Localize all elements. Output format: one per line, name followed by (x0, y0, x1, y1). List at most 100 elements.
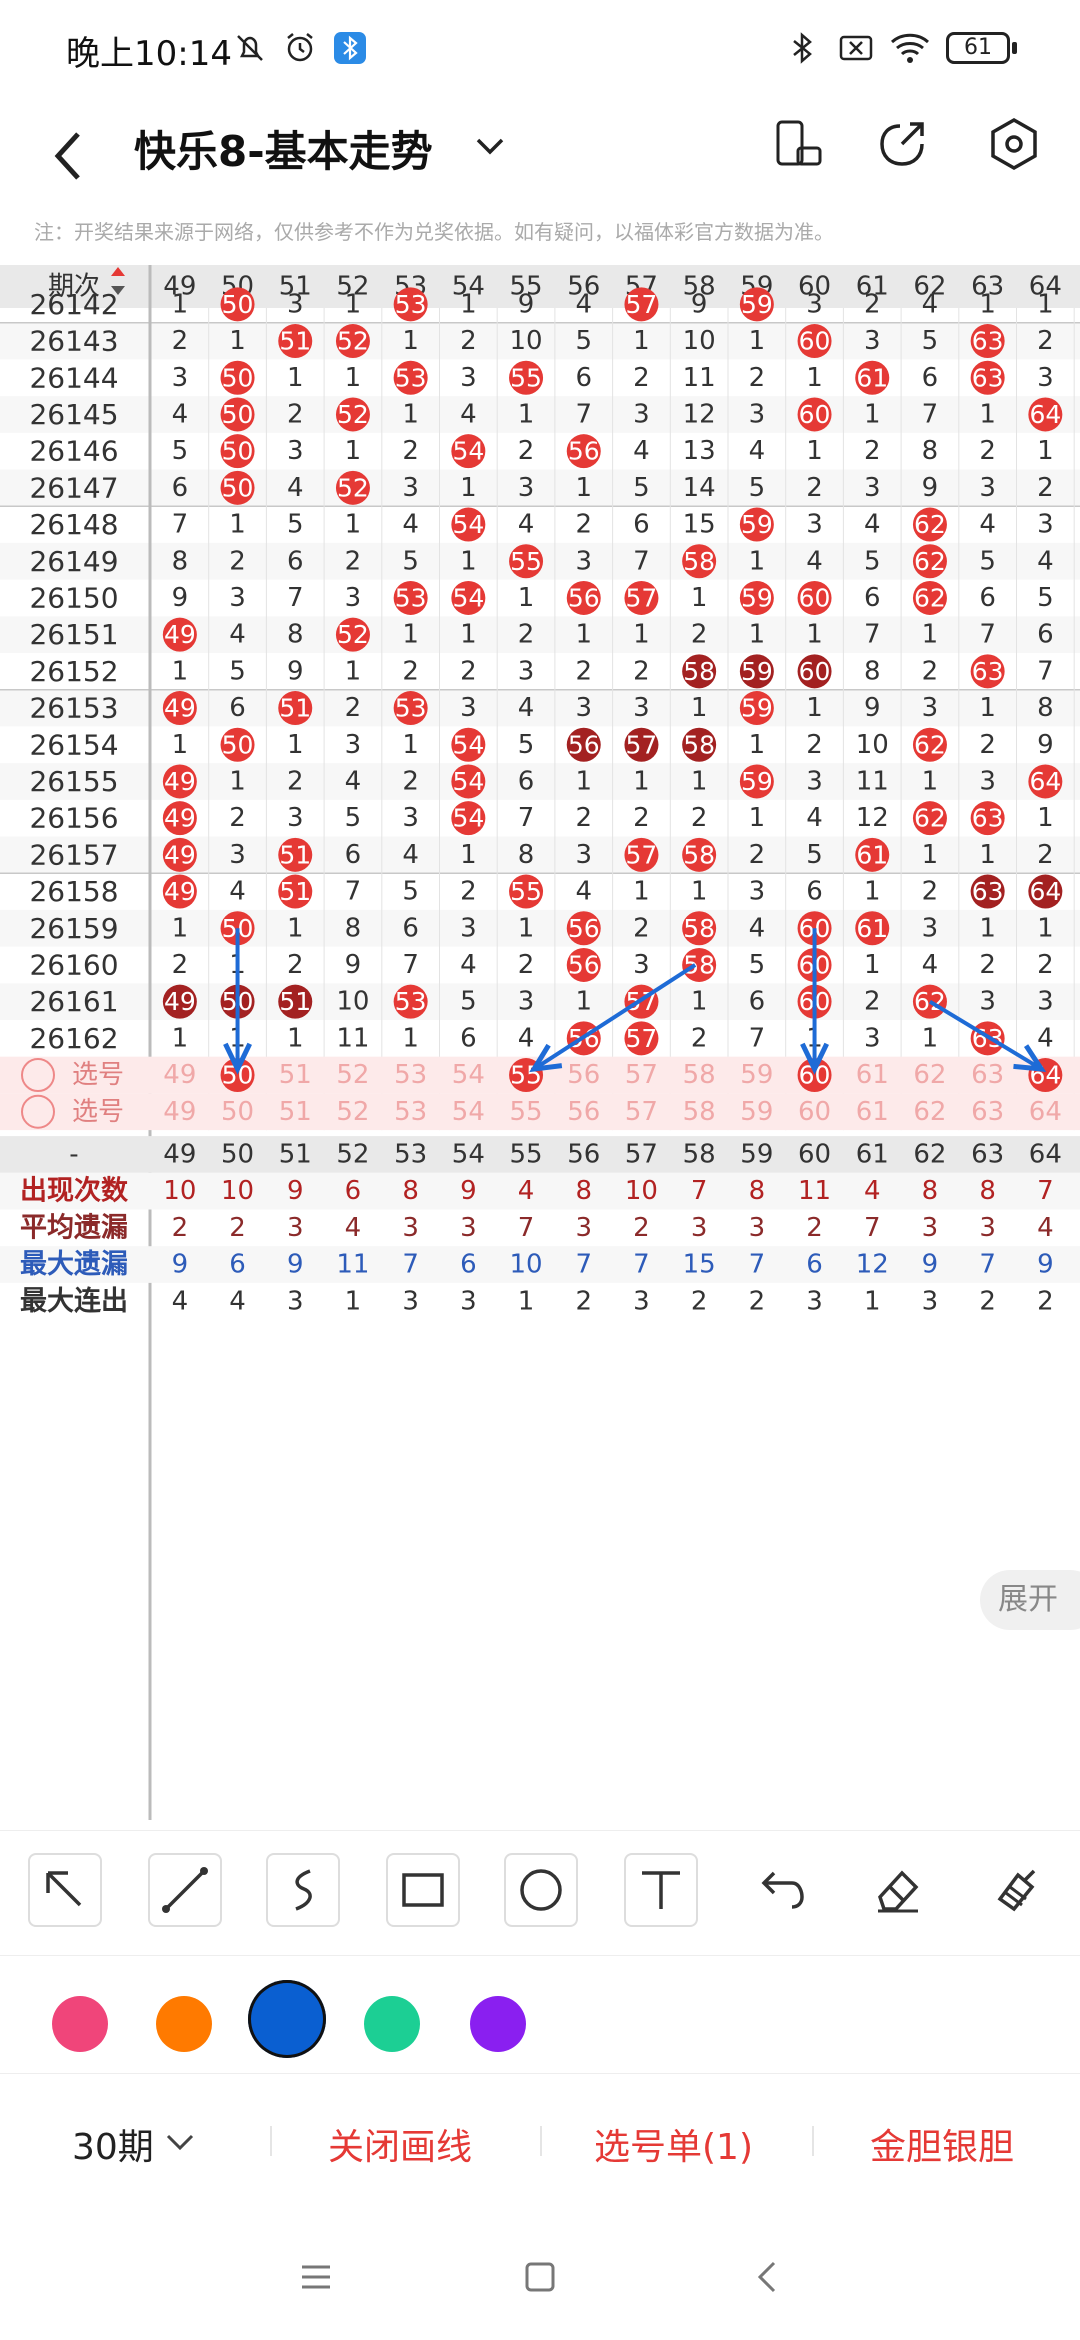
ball-number: 64 (1029, 767, 1061, 796)
stats-value: 4 (229, 1286, 246, 1316)
clear-brush-icon[interactable] (978, 1853, 1052, 1927)
miss-count: 9 (864, 693, 881, 723)
miss-count: 1 (1037, 436, 1054, 466)
miss-count: 2 (287, 399, 304, 429)
stats-value: 9 (172, 1250, 189, 1280)
home-icon[interactable] (520, 2257, 560, 2297)
gold-silver-button[interactable]: 金胆银胆 (870, 2118, 1014, 2170)
nav-back-icon[interactable] (748, 2257, 788, 2297)
miss-count: 3 (633, 399, 650, 429)
miss-count: 2 (633, 913, 650, 943)
issue-number: 26151 (29, 618, 118, 651)
stats-header-number: 55 (510, 1139, 543, 1169)
ball-number: 51 (279, 327, 311, 356)
pick-list-button[interactable]: 选号单(1) (594, 2118, 753, 2170)
chevron-down-icon[interactable] (164, 2130, 196, 2154)
ball-number: 49 (164, 840, 196, 869)
period-selector[interactable]: 30期 (72, 2118, 154, 2170)
expand-button[interactable]: 展开 (980, 1570, 1080, 1630)
miss-count: 3 (864, 326, 881, 356)
settings-icon[interactable] (984, 114, 1044, 174)
miss-count: 1 (749, 546, 766, 576)
stats-header-number: 60 (798, 1139, 831, 1169)
stats-header-number: 50 (221, 1139, 254, 1169)
circle-tool-button[interactable] (504, 1853, 578, 1927)
ball-number: 57 (626, 583, 658, 612)
miss-count: 3 (1037, 987, 1054, 1017)
color-swatch-green[interactable] (364, 1996, 420, 2052)
undo-icon[interactable] (742, 1853, 816, 1927)
miss-count: 7 (172, 510, 189, 540)
page-title: 快乐8-基本走势 (134, 127, 433, 176)
divider (812, 2126, 814, 2156)
arrow-tool-button[interactable] (28, 1853, 102, 1927)
stats-header-number: 54 (452, 1139, 485, 1169)
ball-number: 63 (972, 327, 1004, 356)
curve-tool-button[interactable] (266, 1853, 340, 1927)
menu-icon[interactable] (296, 2257, 336, 2297)
line-tool-button[interactable] (148, 1853, 222, 1927)
stats-value: 7 (691, 1176, 708, 1206)
stats-value: 9 (922, 1250, 939, 1280)
miss-count: 3 (864, 473, 881, 503)
miss-count: 8 (172, 546, 189, 576)
color-swatch-pink[interactable] (52, 1996, 108, 2052)
miss-count: 8 (345, 913, 362, 943)
trend-grid[interactable]: 期次 49 50 51 52 53 54 55 56 57 58 59 60 61 62 63 6426142 1… (0, 265, 1080, 1820)
miss-count: 12 (856, 803, 889, 833)
miss-count: 1 (518, 583, 535, 613)
stats-value: 4 (518, 1176, 535, 1206)
miss-count: 3 (402, 803, 419, 833)
miss-count: 1 (345, 510, 362, 540)
miss-count: 3 (806, 766, 823, 796)
miss-count: 2 (633, 363, 650, 393)
miss-count: 2 (172, 326, 189, 356)
select-cell-number: 51 (279, 1097, 312, 1127)
stats-label: 平均遗漏 (20, 1212, 128, 1243)
miss-count: 1 (575, 766, 592, 796)
system-nav-bar (0, 2213, 1080, 2340)
miss-count: 4 (518, 510, 535, 540)
miss-count: 5 (749, 473, 766, 503)
rect-tool-button[interactable] (386, 1853, 460, 1927)
table-row-bg (0, 396, 1080, 433)
table-row-bg (0, 763, 1080, 800)
miss-count: 4 (345, 766, 362, 796)
color-swatch-blue-selected[interactable] (248, 1980, 326, 2058)
miss-count: 2 (460, 326, 477, 356)
miss-count: 8 (1037, 693, 1054, 723)
color-swatch-purple[interactable] (470, 1996, 526, 2052)
back-button[interactable] (40, 116, 100, 196)
miss-count: 1 (691, 693, 708, 723)
ball-number: 54 (452, 767, 484, 796)
miss-count: 5 (979, 546, 996, 576)
rectangle-icon (402, 1873, 444, 1907)
miss-count: 2 (979, 436, 996, 466)
miss-count: 2 (1037, 840, 1054, 870)
chevron-down-icon[interactable] (470, 126, 510, 166)
miss-count: 5 (864, 546, 881, 576)
ball-number: 57 (626, 840, 658, 869)
close-draw-button[interactable]: 关闭画线 (328, 2118, 472, 2170)
miss-count: 8 (864, 656, 881, 686)
miss-count: 4 (518, 1023, 535, 1053)
stats-value: 3 (402, 1286, 419, 1316)
color-swatch-orange[interactable] (156, 1996, 212, 2052)
trend-chart-area: 期次 49 50 51 52 53 54 55 56 57 58 59 60 61 62 63 64 26142 1… (0, 265, 1080, 1820)
miss-count: 1 (460, 840, 477, 870)
miss-count: 1 (460, 546, 477, 576)
share-icon[interactable] (872, 114, 932, 174)
miss-count: 2 (575, 656, 592, 686)
ball-number: 51 (279, 987, 311, 1016)
miss-count: 1 (229, 766, 246, 796)
text-tool-button[interactable] (624, 1853, 698, 1927)
ball-number: 59 (741, 510, 773, 539)
bluetooth-icon (793, 32, 812, 64)
ball-number: 62 (914, 547, 946, 576)
status-bar: 晚上10:14 61 (0, 0, 1080, 96)
miss-count: 3 (402, 473, 419, 503)
miss-count: 2 (806, 473, 823, 503)
miss-count: 1 (172, 913, 189, 943)
phone-rotate-icon[interactable] (768, 114, 828, 174)
eraser-icon[interactable] (860, 1853, 934, 1927)
